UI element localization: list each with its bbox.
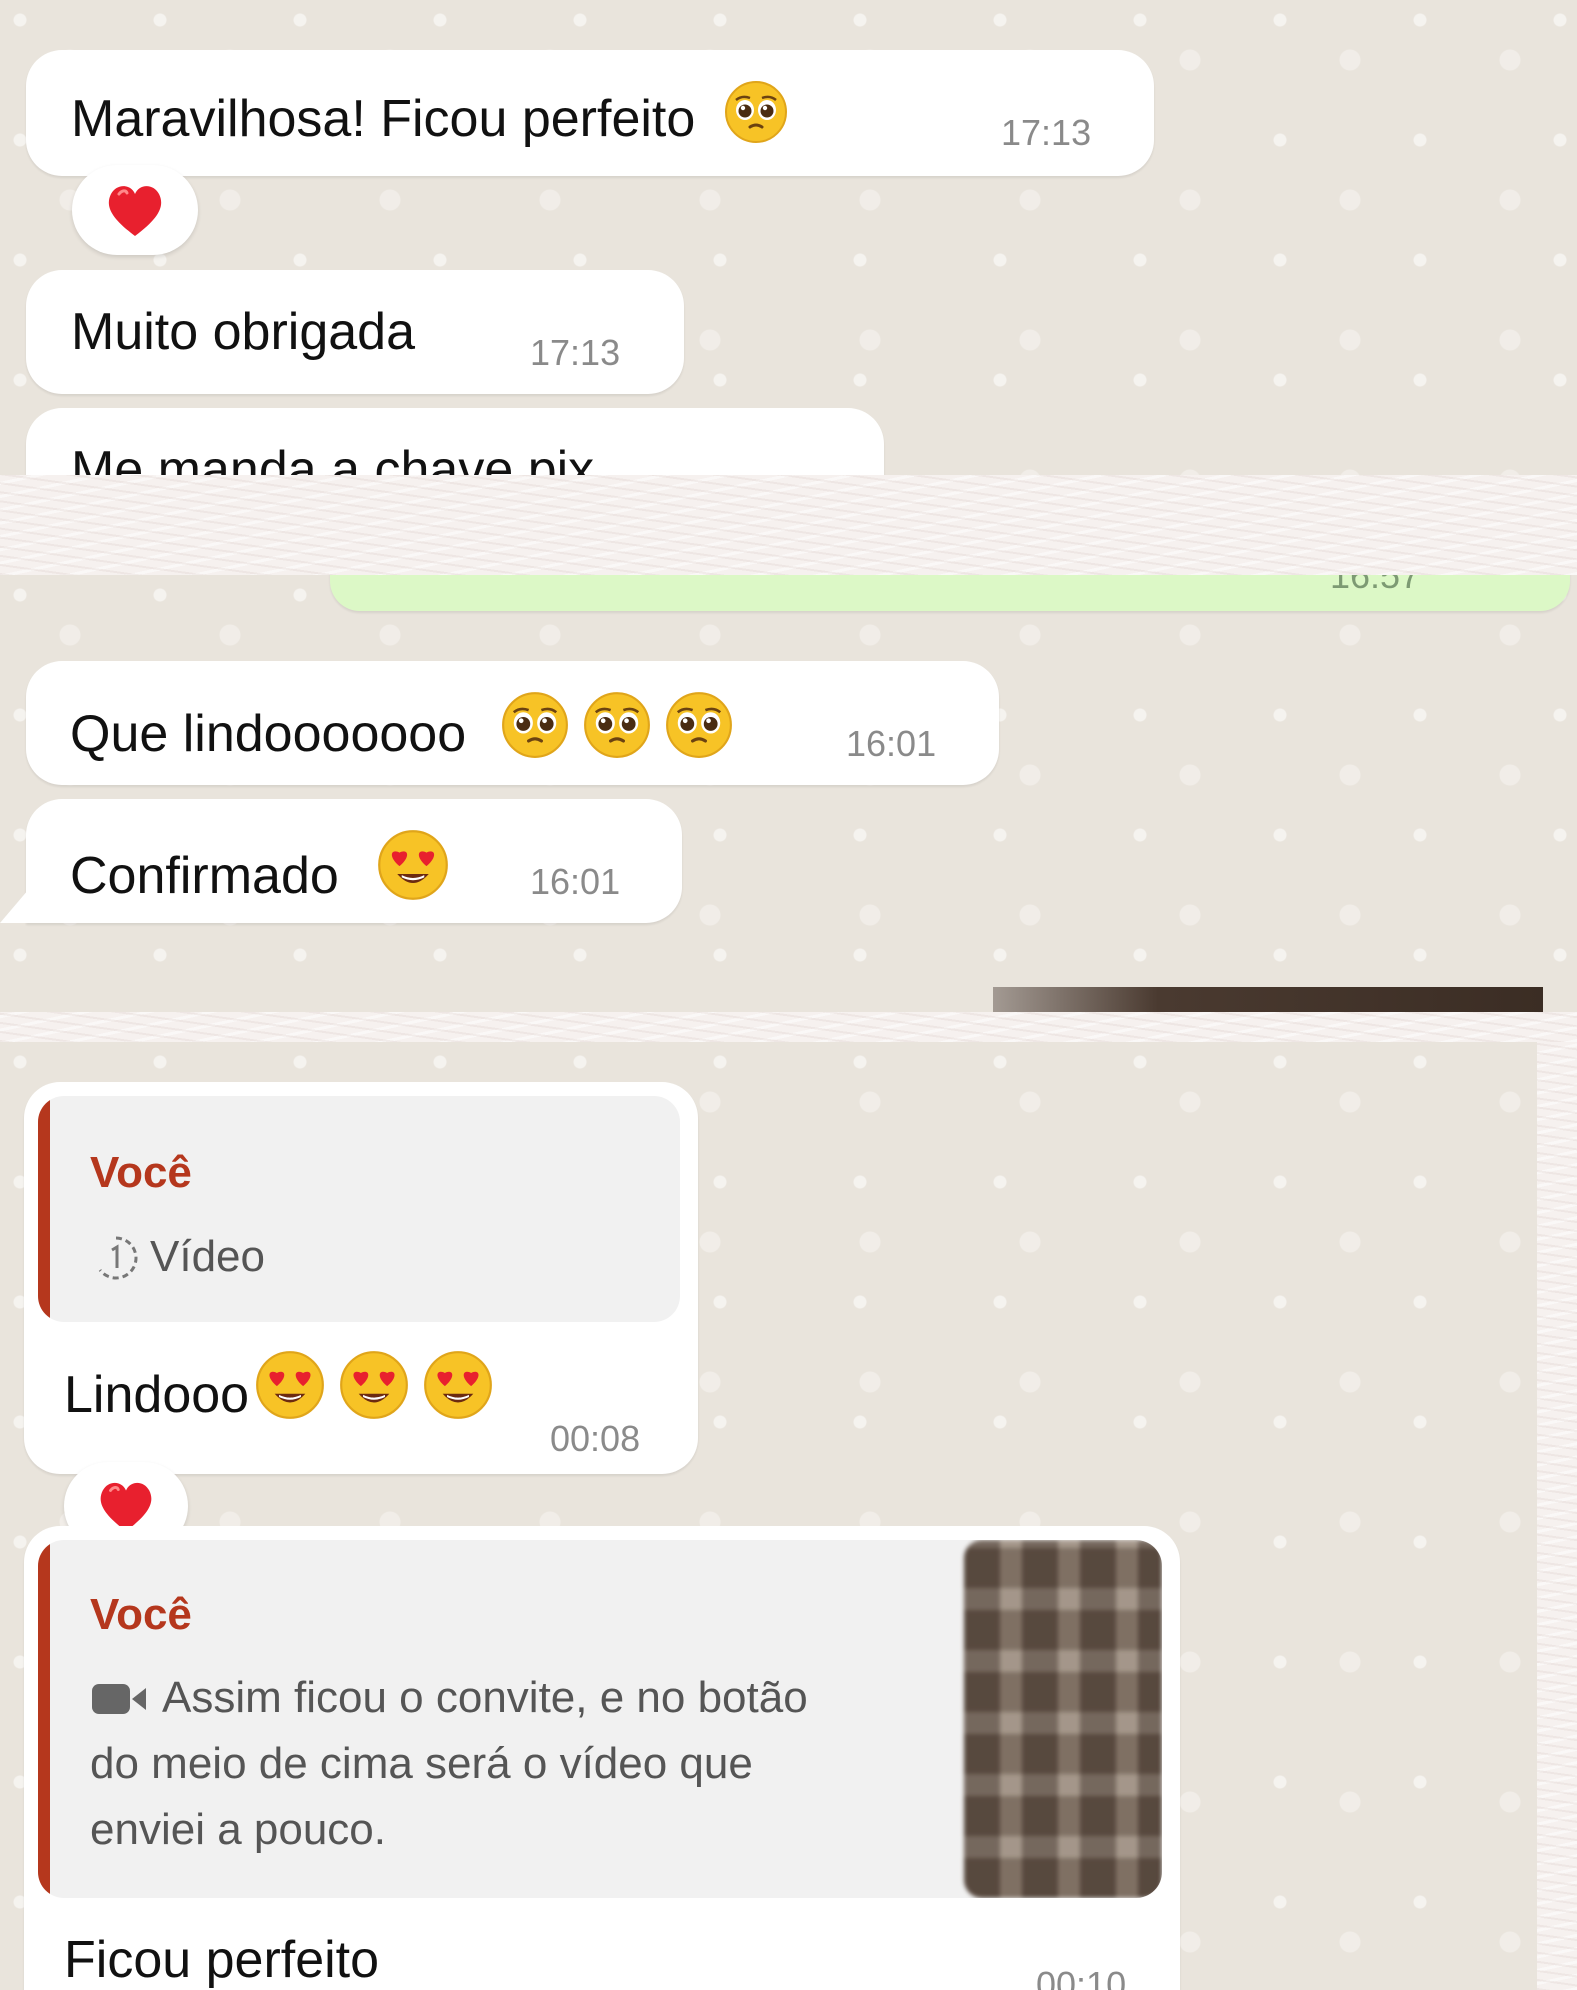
message-bubble[interactable]: Me manda a chave pix (26, 408, 884, 475)
quote-author: Você (90, 1590, 192, 1639)
chat-panel-bottom: Você Vídeo Lindooo 00:08 Você Assim fico… (0, 1042, 1537, 1990)
pleading-face-icon (724, 80, 788, 144)
smiling-face-with-heart-eyes-icon (256, 1351, 324, 1419)
bubble-tail (0, 883, 34, 923)
torn-paper-divider (0, 1012, 1577, 1042)
message-bubble[interactable]: Confirmado 16:01 (26, 799, 682, 923)
quote-text-line: enviei a pouco. (90, 1805, 386, 1854)
message-time: 00:08 (550, 1418, 641, 1459)
message-text: Ficou perfeito (64, 1931, 380, 1989)
quote-text-line: Assim ficou o convite, e no botão (162, 1673, 808, 1722)
message-text: Me manda a chave pix (71, 441, 595, 475)
message-bubble[interactable]: Maravilhosa! Ficou perfeito 17:13 (26, 50, 1154, 176)
reaction-badge[interactable] (72, 165, 198, 255)
view-once-icon (98, 1236, 138, 1280)
reply-message-bubble[interactable]: Você Vídeo Lindooo 00:08 (24, 1082, 698, 1474)
reply-message-bubble[interactable]: Você Assim ficou o convite, e no botão d… (24, 1526, 1180, 1990)
torn-paper-divider (0, 475, 1577, 575)
message-time: 16:57 (1330, 575, 1421, 596)
image-preview-edge (993, 987, 1543, 1012)
chat-panel-top: Maravilhosa! Ficou perfeito 17:13 Muito … (0, 0, 1577, 475)
quote-text-line: do meio de cima será o vídeo que (90, 1739, 753, 1788)
outgoing-message-bubble[interactable]: 16:57 (330, 575, 1570, 611)
quote-text: Vídeo (150, 1232, 265, 1281)
message-text: Lindooo (64, 1366, 250, 1424)
quoted-message[interactable]: Você Assim ficou o convite, e no botão d… (38, 1540, 1162, 1898)
video-thumbnail[interactable] (964, 1540, 1162, 1898)
torn-paper-edge (1537, 1042, 1577, 1990)
message-time: 17:13 (530, 332, 621, 373)
message-time: 16:01 (530, 861, 621, 902)
quote-author: Você (90, 1148, 192, 1197)
message-time: 00:10 (1036, 1964, 1127, 1990)
message-bubble[interactable]: Muito obrigada 17:13 (26, 270, 684, 394)
message-bubble[interactable]: Que lindooooooo 16:01 (26, 661, 999, 785)
message-time: 16:01 (846, 723, 937, 764)
pleading-face-icon (501, 691, 569, 759)
message-time: 17:13 (1001, 112, 1092, 153)
smiling-face-with-heart-eyes-icon (340, 1351, 408, 1419)
quoted-message[interactable]: Você Vídeo (38, 1096, 680, 1322)
pleading-face-icon (665, 691, 733, 759)
chat-panel-middle: 16:57 Que lindooooooo 16:01 Confirmado 1… (0, 575, 1577, 1012)
message-text: Muito obrigada (71, 303, 415, 361)
smiling-face-with-heart-eyes-icon (378, 830, 449, 900)
message-text: Que lindooooooo (70, 705, 467, 763)
message-text: Confirmado (70, 847, 339, 905)
pleading-face-icon (583, 691, 651, 759)
smiling-face-with-heart-eyes-icon (424, 1351, 492, 1419)
message-text: Maravilhosa! Ficou perfeito (71, 90, 696, 148)
red-heart-icon (107, 184, 163, 238)
